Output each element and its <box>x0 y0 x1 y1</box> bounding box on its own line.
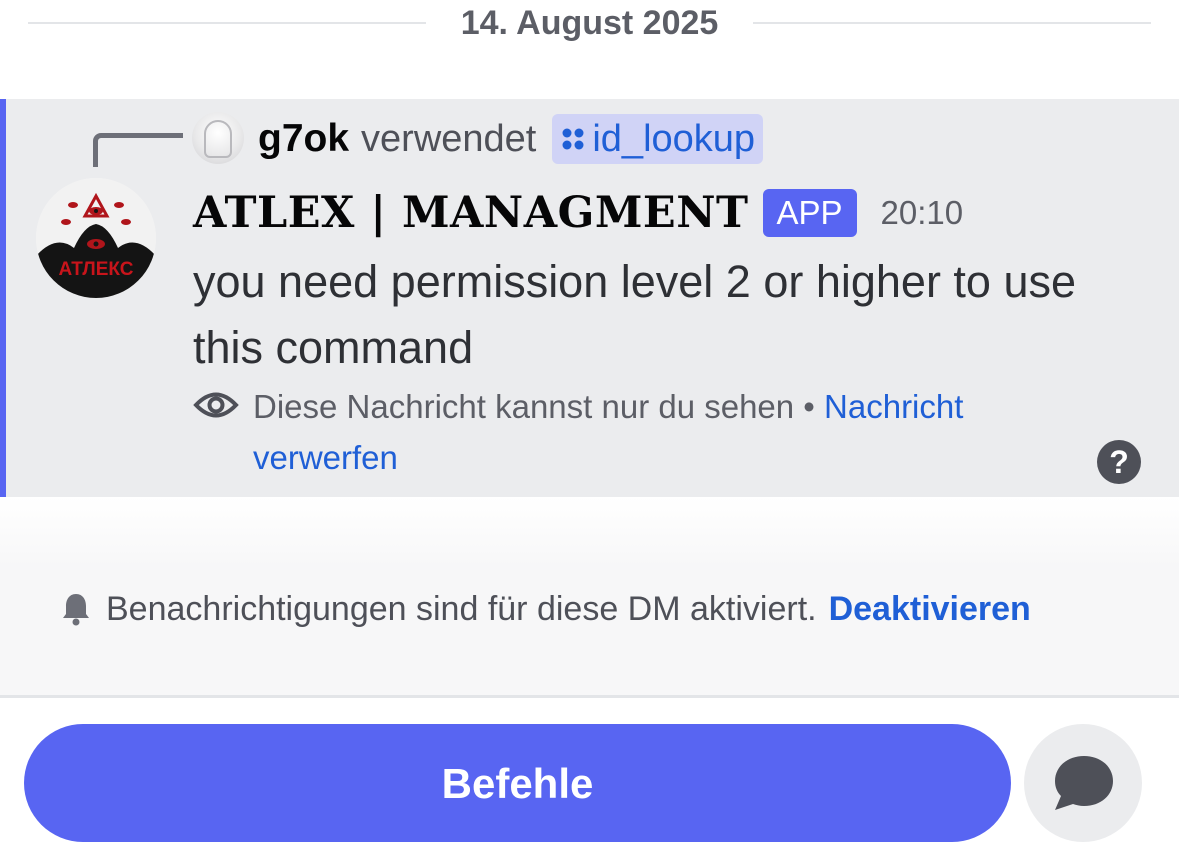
reply-username[interactable]: g7ok <box>258 117 349 161</box>
dismiss-message-link[interactable]: Nachricht <box>824 388 963 425</box>
reply-connector <box>93 133 183 167</box>
commands-button[interactable]: Befehle <box>24 724 1011 842</box>
avatar-logo-text: АТЛЕКС <box>59 259 134 280</box>
message-accent-bar <box>0 99 6 497</box>
app-badge: APP <box>762 189 857 237</box>
message-content: you need permission level 2 or higher to… <box>193 256 1077 373</box>
command-mention[interactable]: id_lookup <box>552 114 764 164</box>
divider-line-left <box>28 22 426 24</box>
ephemeral-message[interactable]: g7ok verwendet id_lookup АТЛЕКС ATLEX | … <box>0 99 1179 497</box>
disable-notifications-link[interactable]: Deaktivieren <box>829 590 1031 629</box>
bell-icon <box>63 594 89 626</box>
author-avatar[interactable]: АТЛЕКС <box>36 178 156 298</box>
reply-verb: verwendet <box>361 117 537 160</box>
dismiss-message-link-cont[interactable]: verwerfen <box>253 439 398 476</box>
notification-text: Benachrichtigungen sind für diese DM akt… <box>106 589 817 628</box>
divider-line-right <box>753 22 1151 24</box>
chat-bubble-icon <box>1055 756 1113 810</box>
notification-banner: Benachrichtigungen sind für diese DM akt… <box>0 497 1179 695</box>
bottom-bar: Befehle <box>0 698 1179 868</box>
author-name[interactable]: ATLEX | MANAGMENT <box>193 188 749 238</box>
command-name: id_lookup <box>592 117 756 160</box>
atlex-logo-icon: АТЛЕКС <box>36 178 156 298</box>
reply-user-avatar[interactable] <box>192 112 244 164</box>
ephemeral-notice-text: Diese Nachricht kannst nur du sehen • <box>253 388 815 425</box>
date-label: 14. August 2025 <box>460 4 719 42</box>
chat-button[interactable] <box>1024 724 1142 842</box>
app-command-icon <box>562 128 584 150</box>
date-divider: 14. August 2025 <box>0 0 1179 60</box>
help-icon[interactable]: ? <box>1097 440 1141 484</box>
command-reply-context: g7ok verwendet id_lookup <box>258 113 764 165</box>
message-header: ATLEX | MANAGMENT APP 20:10 <box>193 187 963 239</box>
message-timestamp: 20:10 <box>880 194 964 231</box>
eye-icon <box>193 392 239 418</box>
